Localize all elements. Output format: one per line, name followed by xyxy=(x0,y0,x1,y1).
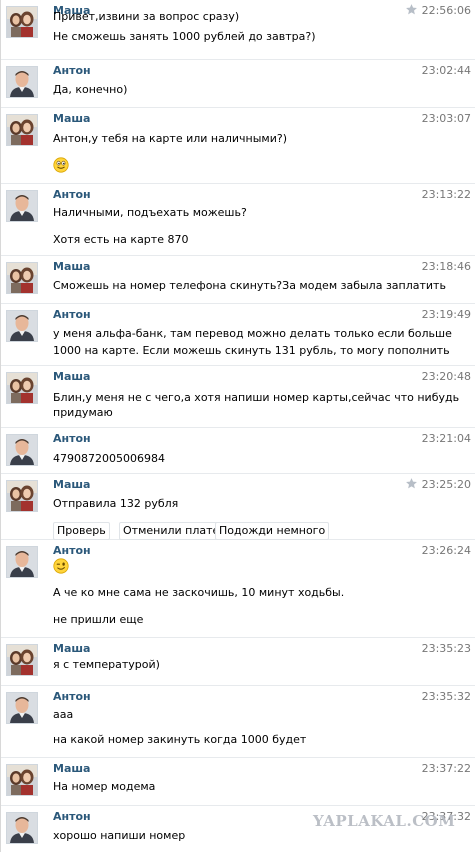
message-item: Антон 23:02:44 Да, конечно) xyxy=(1,60,475,108)
anton-photo-avatar-icon[interactable] xyxy=(6,66,38,98)
message-text: на какой номер закинуть когда 1000 будет xyxy=(53,733,307,746)
message-timestamp: 23:02:44 xyxy=(421,64,471,77)
wink-emoji-icon xyxy=(53,558,69,574)
message-text: Хотя есть на карте 870 xyxy=(53,233,189,246)
anton-photo-avatar-icon[interactable] xyxy=(6,692,38,724)
message-timestamp: 23:35:32 xyxy=(421,690,471,703)
message-text: Не сможешь занять 1000 рублей до завтра?… xyxy=(53,30,316,43)
author-name-link[interactable]: Антон xyxy=(53,64,91,77)
anton-photo-avatar-icon[interactable] xyxy=(6,434,38,466)
masha-photo-avatar-icon[interactable] xyxy=(6,480,38,512)
anton-photo-avatar-icon[interactable] xyxy=(6,190,38,222)
message-text: На номер модема xyxy=(53,780,156,793)
message-text: ааа xyxy=(53,708,74,721)
message-item: Маша 23:18:46 Сможешь на номер телефона ск… xyxy=(1,256,475,304)
message-timestamp: 23:35:23 xyxy=(421,642,471,655)
message-item: Маша 23:37:22 На номер модема xyxy=(1,758,475,806)
star-icon[interactable] xyxy=(405,3,418,16)
anton-photo-avatar-icon[interactable] xyxy=(6,310,38,342)
message-timestamp: 23:20:48 xyxy=(421,370,471,383)
message-timestamp: 23:25:20 xyxy=(421,478,471,491)
message-timestamp: 22:56:06 xyxy=(421,4,471,17)
message-timestamp: 23:21:04 xyxy=(421,432,471,445)
author-name-link[interactable]: Маша xyxy=(53,112,90,125)
masha-photo-avatar-icon[interactable] xyxy=(6,764,38,796)
quick-reply-button[interactable]: Проверь xyxy=(53,522,110,540)
message-item: Антон 23:19:49 у меня альфа-банк, там пере… xyxy=(1,304,475,366)
masha-photo-avatar-icon[interactable] xyxy=(6,644,38,676)
message-timestamp: 23:18:46 xyxy=(421,260,471,273)
masha-photo-avatar-icon[interactable] xyxy=(6,262,38,294)
message-timestamp: 23:26:24 xyxy=(421,544,471,557)
message-text: Да, конечно) xyxy=(53,83,128,96)
message-item: Маша 23:20:48 Блин,у меня не с чего,а хотя… xyxy=(1,366,475,428)
quick-reply-button[interactable]: Подожди немного xyxy=(215,522,330,540)
masha-photo-avatar-icon[interactable] xyxy=(6,114,38,146)
star-icon[interactable] xyxy=(405,477,418,490)
message-timestamp: 23:19:49 xyxy=(421,308,471,321)
message-item: Маша 23:25:20 Отправила 132 рубля Проверь От… xyxy=(1,474,475,540)
message-text: Сможешь на номер телефона скинуть?За мод… xyxy=(53,279,446,292)
message-timestamp: 23:03:07 xyxy=(421,112,471,125)
message-text: Антон,у тебя на карте или наличными?) xyxy=(53,132,287,145)
author-name-link[interactable]: Антон xyxy=(53,810,91,823)
message-item: Антон 23:26:24 А че ко мне сама не заскочи… xyxy=(1,540,475,638)
watermark: YAPLAKAL.COM xyxy=(313,812,456,830)
message-item: Антон 23:13:22 Наличными, подъехать можешь… xyxy=(1,184,475,256)
author-name-link[interactable]: Антон xyxy=(53,432,91,445)
message-text: А че ко мне сама не заскочишь, 10 минут … xyxy=(53,586,345,599)
masha-photo-avatar-icon[interactable] xyxy=(6,372,38,404)
message-feed: Маша 22:56:06 Привет,извини за вопрос сраз… xyxy=(1,0,475,852)
message-text: Привет,извини за вопрос сразу) xyxy=(53,10,240,23)
anton-photo-avatar-icon[interactable] xyxy=(6,812,38,844)
message-text: Наличными, подъехать можешь? xyxy=(53,206,247,219)
message-timestamp: 23:37:22 xyxy=(421,762,471,775)
author-name-link[interactable]: Антон xyxy=(53,188,91,201)
smile-emoji-icon xyxy=(53,157,69,173)
message-text: придумаю xyxy=(53,406,113,419)
message-text: Блин,у меня не с чего,а хотя напиши номе… xyxy=(53,391,460,404)
anton-photo-avatar-icon[interactable] xyxy=(6,546,38,578)
author-name-link[interactable]: Антон xyxy=(53,690,91,703)
author-name-link[interactable]: Маша xyxy=(53,260,90,273)
message-item: Маша 23:03:07 Антон,у тебя на карте или на… xyxy=(1,108,475,184)
author-name-link[interactable]: Маша xyxy=(53,478,90,491)
message-item: Антон 23:21:04 4790872005006984 xyxy=(1,428,475,474)
message-text: у меня альфа-банк, там перевод можно дел… xyxy=(53,327,452,340)
masha-photo-avatar-icon[interactable] xyxy=(6,6,38,38)
author-name-link[interactable]: Маша xyxy=(53,762,90,775)
message-timestamp: 23:13:22 xyxy=(421,188,471,201)
message-item: Маша 23:35:23 я с температурой) xyxy=(1,638,475,686)
message-text: Отправила 132 рубля xyxy=(53,497,179,510)
message-item: Антон 23:35:32 ааа на какой номер закинуть … xyxy=(1,686,475,758)
author-name-link[interactable]: Маша xyxy=(53,370,90,383)
message-text: 4790872005006984 xyxy=(53,452,165,465)
message-text: я с температурой) xyxy=(53,658,160,671)
author-name-link[interactable]: Маша xyxy=(53,642,90,655)
message-item: Маша 22:56:06 Привет,извини за вопрос сраз… xyxy=(1,0,475,60)
author-name-link[interactable]: Антон xyxy=(53,544,91,557)
message-text: 1000 на карте. Если можешь скинуть 131 р… xyxy=(53,344,450,357)
message-text: хорошо напиши номер xyxy=(53,829,186,842)
author-name-link[interactable]: Антон xyxy=(53,308,91,321)
message-text: не пришли еще xyxy=(53,613,144,626)
